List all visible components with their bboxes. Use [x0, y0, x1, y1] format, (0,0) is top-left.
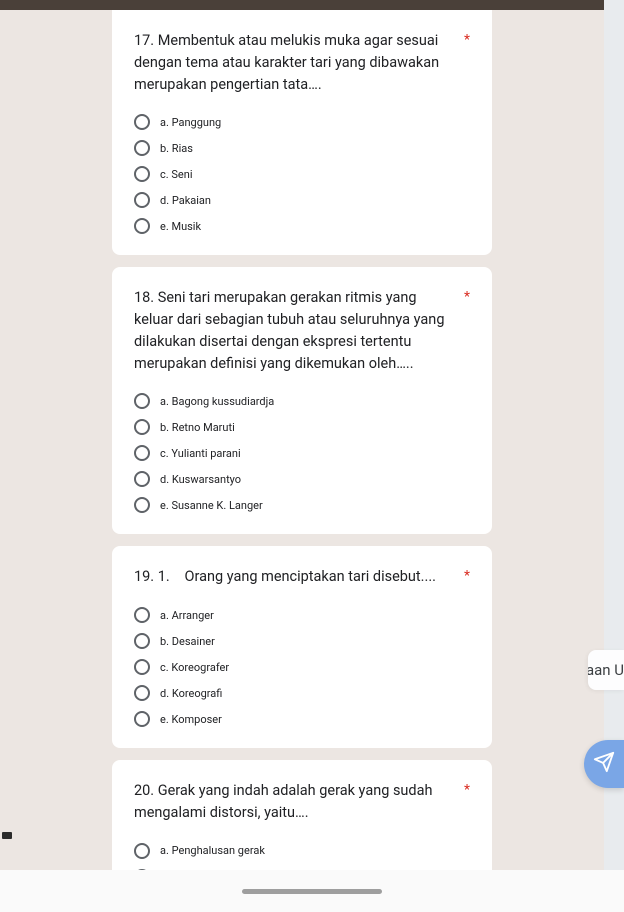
option-17-c[interactable]: c. Seni [134, 161, 470, 187]
radio-icon [134, 140, 150, 156]
question-label: 19. 1. Orang yang menciptakan tari diseb… [134, 568, 436, 585]
radio-icon [134, 471, 150, 487]
question-label: 17. Membentuk atau melukis muka agar ses… [134, 32, 439, 93]
radio-icon [134, 192, 150, 208]
option-label: d. Pakaian [160, 194, 211, 207]
option-18-b[interactable]: b. Retno Maruti [134, 414, 470, 440]
option-label: b. Desainer [160, 635, 215, 648]
question-label: 20. Gerak yang indah adalah gerak yang s… [134, 782, 432, 821]
radio-icon [134, 445, 150, 461]
side-tab[interactable]: aan U [588, 650, 624, 690]
option-17-a[interactable]: a. Panggung [134, 109, 470, 135]
question-card-20: 20. Gerak yang indah adalah gerak yang s… [112, 760, 492, 870]
option-17-b[interactable]: b. Rias [134, 135, 470, 161]
send-button[interactable] [584, 740, 624, 788]
question-label: 18. Seni tari merupakan gerakan ritmis y… [134, 289, 444, 371]
radio-icon [134, 218, 150, 234]
side-tab-label: aan U [588, 661, 624, 679]
option-17-e[interactable]: e. Musik [134, 213, 470, 239]
radio-icon [134, 685, 150, 701]
required-star-icon: * [464, 566, 470, 587]
option-label: b. Retno Maruti [160, 421, 235, 434]
radio-icon [134, 659, 150, 675]
option-label: e. Komposer [160, 713, 222, 726]
question-text: 19. 1. Orang yang menciptakan tari diseb… [134, 566, 470, 588]
option-label: a. Panggung [160, 116, 221, 129]
paper-plane-icon [593, 751, 615, 777]
radio-icon [134, 633, 150, 649]
option-label: c. Yulianti parani [160, 447, 241, 460]
option-18-c[interactable]: c. Yulianti parani [134, 440, 470, 466]
option-19-b[interactable]: b. Desainer [134, 628, 470, 654]
option-19-c[interactable]: c. Koreografer [134, 654, 470, 680]
form-scroll-area[interactable]: 17. Membentuk atau melukis muka agar ses… [0, 10, 604, 870]
option-label: a. Arranger [160, 609, 214, 622]
option-18-e[interactable]: e. Susanne K. Langer [134, 492, 470, 518]
option-19-a[interactable]: a. Arranger [134, 602, 470, 628]
option-18-d[interactable]: d. Kuswarsantyo [134, 466, 470, 492]
option-label: d. Kuswarsantyo [160, 473, 241, 486]
option-label: d. Koreografi [160, 687, 222, 700]
option-label: b. Rias [160, 142, 193, 155]
option-19-e[interactable]: e. Komposer [134, 706, 470, 732]
option-18-a[interactable]: a. Bagong kussudiardja [134, 388, 470, 414]
option-label: e. Susanne K. Langer [160, 499, 263, 512]
question-card-19: 19. 1. Orang yang menciptakan tari diseb… [112, 546, 492, 748]
option-label: c. Seni [160, 168, 193, 181]
question-text: 17. Membentuk atau melukis muka agar ses… [134, 30, 470, 95]
radio-icon [134, 497, 150, 513]
notification-badge [2, 832, 12, 839]
question-card-18: 18. Seni tari merupakan gerakan ritmis y… [112, 267, 492, 534]
bottom-bar [0, 870, 624, 912]
radio-icon [134, 393, 150, 409]
question-text: 20. Gerak yang indah adalah gerak yang s… [134, 780, 470, 824]
option-20-a[interactable]: a. Penghalusan gerak [134, 838, 470, 864]
option-label: c. Koreografer [160, 661, 229, 674]
option-label: a. Penghalusan gerak [160, 844, 265, 857]
radio-icon [134, 166, 150, 182]
option-19-d[interactable]: d. Koreografi [134, 680, 470, 706]
radio-icon [134, 607, 150, 623]
option-label: e. Musik [160, 220, 201, 233]
browser-top-bar [0, 0, 624, 10]
radio-icon [134, 711, 150, 727]
radio-icon [134, 843, 150, 859]
required-star-icon: * [464, 287, 470, 308]
required-star-icon: * [464, 780, 470, 801]
option-label: a. Bagong kussudiardja [160, 395, 274, 408]
required-star-icon: * [464, 30, 470, 51]
home-indicator[interactable] [242, 889, 382, 894]
radio-icon [134, 114, 150, 130]
form-container: 17. Membentuk atau melukis muka agar ses… [112, 10, 492, 870]
question-card-17: 17. Membentuk atau melukis muka agar ses… [112, 10, 492, 255]
question-text: 18. Seni tari merupakan gerakan ritmis y… [134, 287, 470, 374]
radio-icon [134, 419, 150, 435]
option-17-d[interactable]: d. Pakaian [134, 187, 470, 213]
